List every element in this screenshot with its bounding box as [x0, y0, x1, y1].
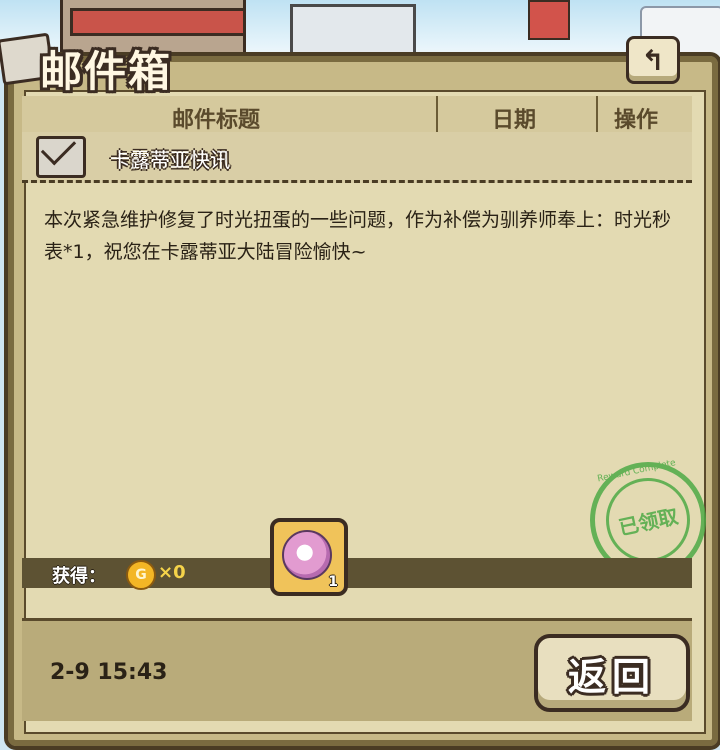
back-arrow-button[interactable]: ↰: [626, 36, 680, 84]
mail-date: 2-9 15:43: [50, 660, 168, 685]
header-action: 操作: [614, 108, 659, 133]
stamp-inner-circle: 已领取: [598, 470, 698, 570]
mail-subject-row: 卡露蒂亚快讯: [22, 132, 692, 183]
header-divider: [596, 96, 598, 136]
stamp-label: 已领取: [616, 503, 681, 540]
header-date: 日期: [492, 108, 537, 133]
reward-strip: 获得： G ×0: [22, 558, 692, 590]
header-divider: [436, 96, 438, 136]
envelope-icon: [36, 136, 86, 178]
item-count: 1: [328, 574, 338, 590]
title-plaque: 邮件箱: [0, 16, 220, 96]
return-button[interactable]: 返回: [534, 634, 690, 712]
coin-count: ×0: [158, 562, 186, 583]
mail-body: 本次紧急维护修复了时光扭蛋的一些问题，作为补偿为驯养师奉上：时光秒表*1，祝您在…: [44, 209, 672, 263]
reward-item-slot[interactable]: 1: [270, 518, 348, 596]
header-mail-title: 邮件标题: [172, 108, 261, 133]
gold-coin-icon: G: [126, 560, 156, 590]
back-arrow-icon: ↰: [641, 43, 665, 77]
background-flag: [528, 0, 570, 40]
return-label: 返回: [567, 653, 656, 699]
mail-subject: 卡露蒂亚快讯: [110, 148, 230, 172]
reward-label: 获得：: [52, 566, 106, 587]
page-title: 邮件箱: [40, 47, 173, 96]
stopwatch-item-icon: [282, 530, 332, 580]
